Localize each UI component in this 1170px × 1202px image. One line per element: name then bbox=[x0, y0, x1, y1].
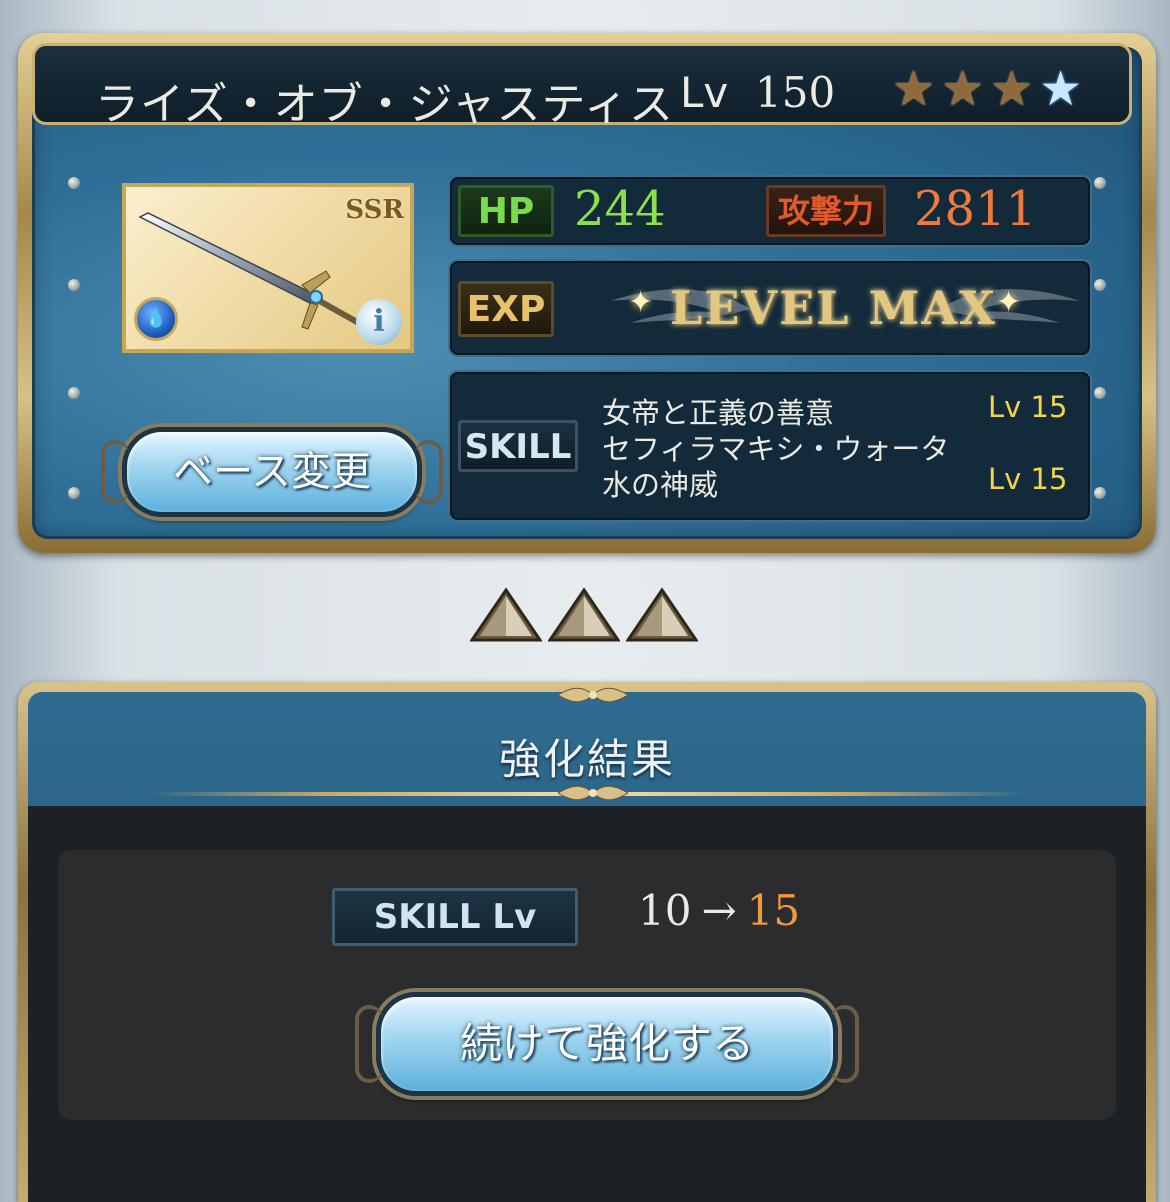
weapon-title-bar: ライズ・オブ・ジャスティス Lv 150 ★ ★ ★ ★ bbox=[32, 43, 1132, 130]
weapon-thumbnail[interactable]: SSR 💧 i bbox=[122, 183, 414, 353]
sparkle-icon: ✦ bbox=[628, 285, 654, 320]
rank-stars: ★ ★ ★ ★ bbox=[892, 64, 1082, 114]
level-to: 15 bbox=[746, 886, 801, 935]
ornament-icon bbox=[558, 785, 628, 801]
info-icon[interactable]: i bbox=[356, 299, 402, 345]
skill-panel: SKILL 女帝と正義の善意 Lv 15 セフィラマキシ・ウォータ 水の神威 L… bbox=[450, 372, 1090, 520]
rivet-icon bbox=[68, 279, 80, 291]
skill-level: Lv 15 bbox=[988, 462, 1068, 496]
water-element-icon: 💧 bbox=[134, 297, 178, 341]
continue-upgrade-button[interactable]: 続けて強化する bbox=[355, 992, 859, 1096]
rivet-icon bbox=[1094, 487, 1106, 499]
result-title: 強化結果 bbox=[498, 735, 675, 784]
level-max-label: LEVEL MAX bbox=[670, 281, 997, 335]
result-panel: 強化結果 SKILL Lv 10 → 15 続けて強化する bbox=[18, 682, 1156, 1202]
weapon-name: ライズ・オブ・ジャスティス bbox=[95, 79, 674, 130]
attack-value: 2811 bbox=[914, 181, 1037, 237]
skill-level-change: 10 → 15 bbox=[638, 886, 800, 935]
pyramid-arrow-icon bbox=[626, 587, 698, 642]
star-icon: ★ bbox=[892, 61, 936, 117]
sparkle-icon: ✦ bbox=[996, 285, 1022, 320]
rivet-icon bbox=[68, 387, 80, 399]
hp-label: HP bbox=[458, 185, 554, 237]
star-icon: ★ bbox=[990, 61, 1034, 117]
rivet-icon bbox=[68, 177, 80, 189]
skill-label: SKILL bbox=[458, 420, 578, 472]
weapon-level-label: Lv bbox=[680, 68, 729, 117]
pyramid-arrow-icon bbox=[548, 587, 620, 642]
ssr-badge: SSR bbox=[345, 195, 404, 225]
star-icon: ★ bbox=[1039, 61, 1083, 117]
rivet-icon bbox=[1094, 279, 1106, 291]
result-panel-body: 強化結果 SKILL Lv 10 → 15 続けて強化する bbox=[28, 687, 1146, 1202]
exp-panel: EXP ✦ LEVEL MAX ✦ bbox=[450, 261, 1090, 355]
result-content: SKILL Lv 10 → 15 続けて強化する bbox=[28, 806, 1146, 1202]
pyramid-arrow-icon bbox=[470, 587, 542, 642]
exp-label: EXP bbox=[458, 281, 554, 337]
rivet-icon bbox=[1094, 177, 1106, 189]
hp-value: 244 bbox=[574, 181, 666, 237]
weapon-level: 150 bbox=[755, 68, 836, 117]
skill-level: Lv 15 bbox=[988, 390, 1068, 424]
star-icon: ★ bbox=[941, 61, 985, 117]
result-box: SKILL Lv 10 → 15 続けて強化する bbox=[58, 850, 1116, 1120]
base-change-button[interactable]: ベース変更 bbox=[101, 427, 443, 517]
rivet-icon bbox=[1094, 387, 1106, 399]
arrow-right-icon: → bbox=[701, 886, 737, 935]
skill-level-label: SKILL Lv bbox=[332, 888, 578, 946]
weapon-card: SSR 💧 i ベース変更 HP 244 攻撃力 2811 EXP ✦ LEVE… bbox=[18, 33, 1156, 553]
rivet-icon bbox=[68, 487, 80, 499]
down-arrows bbox=[470, 586, 698, 644]
ornament-icon bbox=[558, 687, 628, 703]
attack-label: 攻撃力 bbox=[766, 185, 886, 237]
skill-name: 水の神威 bbox=[602, 468, 719, 502]
stats-panel: HP 244 攻撃力 2811 bbox=[450, 177, 1090, 245]
level-from: 10 bbox=[638, 886, 692, 935]
